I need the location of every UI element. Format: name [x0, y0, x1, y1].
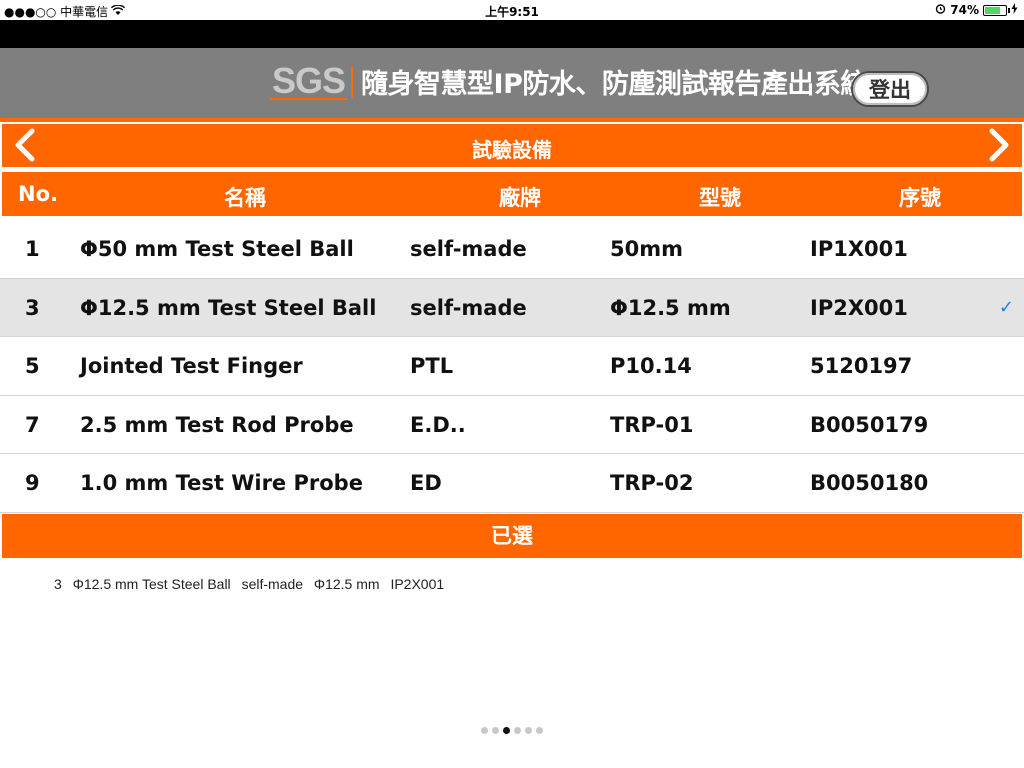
page-dot[interactable] — [536, 727, 543, 734]
equipment-table: 1 Φ50 mm Test Steel Ball self-made 50mm … — [0, 220, 1024, 513]
app-header: SGS 隨身智慧型IP防水、防塵測試報告產出系統 登出 — [0, 48, 1024, 118]
battery-fill — [985, 6, 1000, 14]
table-row[interactable]: 7 2.5 mm Test Rod Probe E.D.. TRP-01 B00… — [0, 396, 1024, 454]
row-serial: IP1X001 — [810, 237, 908, 261]
row-model: TRP-01 — [610, 412, 694, 437]
table-header: No. 名稱 廠牌 型號 序號 — [2, 172, 1022, 216]
row-name: 1.0 mm Test Wire Probe — [80, 471, 363, 495]
table-row[interactable]: 1 Φ50 mm Test Steel Ball self-made 50mm … — [0, 220, 1024, 279]
row-name: Jointed Test Finger — [80, 354, 303, 378]
page-dot[interactable] — [492, 727, 499, 734]
table-row[interactable]: 9 1.0 mm Test Wire Probe ED TRP-02 B0050… — [0, 454, 1024, 513]
logout-button[interactable]: 登出 — [851, 71, 929, 107]
app-title: 隨身智慧型IP防水、防塵測試報告產出系統 — [361, 69, 867, 100]
row-no: 3 — [25, 295, 40, 320]
row-no: 5 — [25, 354, 40, 378]
row-name: Φ12.5 mm Test Steel Ball — [80, 295, 377, 320]
column-header-model: 型號 — [699, 186, 741, 210]
table-row[interactable]: 5 Jointed Test Finger PTL P10.14 5120197 — [0, 337, 1024, 396]
row-brand: PTL — [410, 354, 454, 378]
top-strip — [0, 20, 1024, 48]
section-title: 試驗設備 — [472, 138, 552, 162]
selected-item: 3 Φ12.5 mm Test Steel Ball self-made Φ12… — [54, 576, 451, 592]
page-dot[interactable] — [481, 727, 488, 734]
table-row[interactable]: 3 Φ12.5 mm Test Steel Ball self-made Φ12… — [0, 278, 1024, 337]
section-nav-bar: 試驗設備 — [2, 124, 1022, 167]
row-model: TRP-02 — [610, 471, 694, 495]
row-brand: E.D.. — [410, 412, 466, 437]
selected-item-no: 3 — [54, 576, 62, 592]
row-model: 50mm — [610, 237, 683, 261]
row-brand: self-made — [410, 237, 527, 261]
row-name: 2.5 mm Test Rod Probe — [80, 412, 354, 437]
checkmark-icon: ✓ — [998, 296, 1014, 318]
page-dot[interactable] — [514, 727, 521, 734]
battery-percent: 74% — [950, 3, 979, 17]
selected-item-serial: IP2X001 — [390, 576, 445, 592]
selected-item-name: Φ12.5 mm Test Steel Ball — [72, 576, 231, 592]
row-serial: B0050180 — [810, 471, 929, 495]
column-header-brand: 廠牌 — [499, 186, 541, 210]
status-time: 上午9:51 — [485, 5, 539, 19]
row-no: 9 — [25, 471, 40, 495]
alarm-icon — [935, 3, 946, 17]
column-header-name: 名稱 — [224, 186, 266, 210]
chevron-right-icon[interactable] — [988, 128, 1012, 168]
row-model: Φ12.5 mm — [610, 295, 731, 320]
battery-icon — [983, 4, 1010, 16]
row-brand: ED — [410, 471, 442, 495]
selected-item-model: Φ12.5 mm — [313, 576, 380, 592]
page-dot[interactable] — [503, 727, 510, 734]
page-dot[interactable] — [525, 727, 532, 734]
column-header-serial: 序號 — [899, 186, 941, 210]
row-serial: 5120197 — [810, 354, 913, 378]
selected-item-brand: self-made — [241, 576, 304, 592]
row-no: 1 — [25, 237, 40, 261]
row-brand: self-made — [410, 295, 527, 320]
row-name: Φ50 mm Test Steel Ball — [80, 237, 354, 261]
row-serial: B0050179 — [810, 412, 929, 437]
charging-bolt-icon — [1011, 3, 1018, 17]
column-header-no: No. — [18, 182, 58, 206]
page-indicator[interactable] — [0, 727, 1024, 734]
row-no: 7 — [25, 412, 40, 437]
logo-divider — [351, 65, 354, 98]
sgs-logo: SGS — [270, 59, 348, 101]
status-bar: ●●●○○ 中華電信 上午9:51 74% — [0, 0, 1024, 20]
brand: SGS 隨身智慧型IP防水、防塵測試報告產出系統 — [270, 62, 867, 101]
selected-section-header: 已選 — [2, 514, 1022, 558]
header-divider — [0, 118, 1024, 122]
row-serial: IP2X001 — [810, 295, 908, 320]
row-model: P10.14 — [610, 354, 692, 378]
